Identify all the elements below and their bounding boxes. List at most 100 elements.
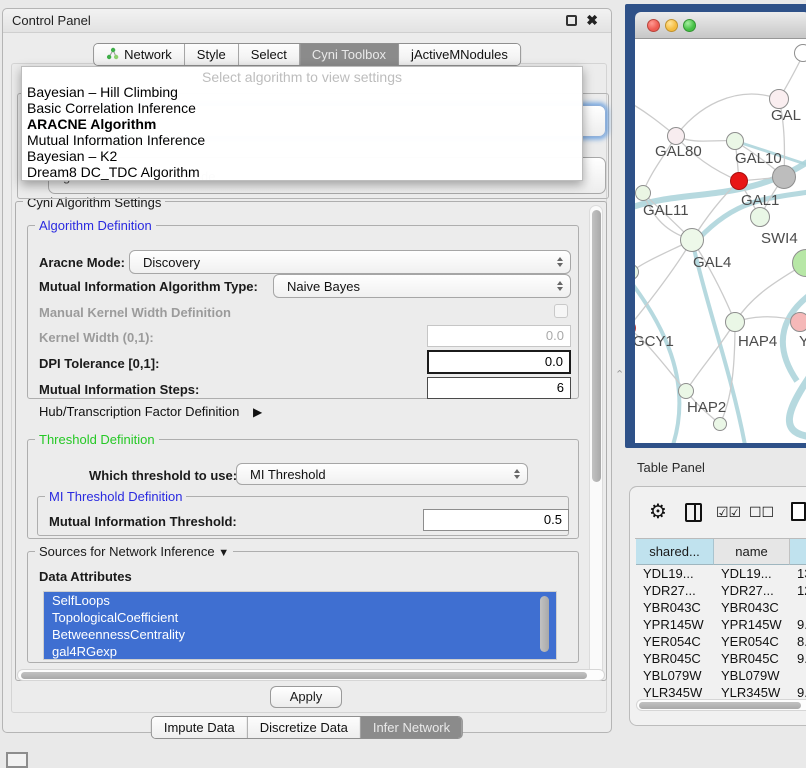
node-label: HAP4 xyxy=(738,333,777,350)
zoom-traffic-light-icon[interactable] xyxy=(683,19,696,32)
apply-button[interactable]: Apply xyxy=(270,686,342,708)
table-panel: ⚙ ☑☑ ☐☐ shared... name A YDL19... YDL19.… xyxy=(629,486,806,726)
table-cell[interactable]: YDL19... xyxy=(714,565,790,582)
data-attributes-label: Data Attributes xyxy=(39,569,132,584)
table-cell[interactable]: 8. xyxy=(790,633,806,650)
menu-item-aracne[interactable]: ARACNE Algorithm xyxy=(25,116,575,132)
mi-algorithm-type-combo[interactable]: Naive Bayes xyxy=(273,274,571,298)
table-cell[interactable]: YBR045C xyxy=(714,650,790,667)
tab-network[interactable]: Network xyxy=(94,44,185,65)
settings-hscrollbar[interactable] xyxy=(17,669,605,681)
menu-item-mutual-information[interactable]: Mutual Information Inference xyxy=(25,132,575,148)
tab-jactivemnodules[interactable]: jActiveMNodules xyxy=(399,44,520,65)
hub-definition-expander[interactable]: Hub/Transcription Factor Definition ▶ xyxy=(39,404,262,419)
table-cell[interactable]: YDL19... xyxy=(636,565,714,582)
table-cell[interactable]: YBL079W xyxy=(636,667,714,684)
aracne-mode-combo[interactable]: Discovery xyxy=(129,250,571,274)
which-threshold-label: Which threshold to use: xyxy=(89,468,237,483)
algorithm-definition-title: Algorithm Definition xyxy=(35,218,156,233)
node-gray[interactable] xyxy=(772,165,796,189)
mi-steps-field[interactable]: 6 xyxy=(427,377,571,399)
minimize-traffic-light-icon[interactable] xyxy=(665,19,678,32)
table-hscrollbar[interactable] xyxy=(636,699,806,711)
node-gal1[interactable] xyxy=(730,172,748,190)
menu-item-basic-correlation[interactable]: Basic Correlation Inference xyxy=(25,100,575,116)
node-label: GCY1 xyxy=(635,333,674,350)
node-hap2[interactable] xyxy=(678,383,694,399)
table-cell[interactable]: YBR045C xyxy=(636,650,714,667)
table-cell[interactable]: YDR27... xyxy=(636,582,714,599)
node-gal10[interactable] xyxy=(726,132,744,150)
gear-icon[interactable]: ⚙ xyxy=(649,499,667,524)
table-cell[interactable]: YPR145W xyxy=(714,616,790,633)
table-cell[interactable]: YPR145W xyxy=(636,616,714,633)
manual-kernel-checkbox[interactable] xyxy=(554,304,568,318)
file-icon[interactable] xyxy=(791,502,806,521)
table-cell[interactable]: 12 xyxy=(790,582,806,599)
attributes-scrollbar-thumb[interactable] xyxy=(540,596,549,652)
checked-boxes-icon[interactable]: ☑☑ xyxy=(716,504,741,521)
list-item-gal4rgexp[interactable]: gal4RGexp xyxy=(44,643,556,660)
menu-item-bayesian-hill-climbing[interactable]: Bayesian – Hill Climbing xyxy=(25,84,575,100)
mi-threshold-field[interactable]: 0.5 xyxy=(423,509,569,531)
menu-item-bayesian-k2[interactable]: Bayesian – K2 xyxy=(25,148,575,164)
menu-item-dream8[interactable]: Dream8 DC_TDC Algorithm xyxy=(25,164,575,180)
attributes-scrollbar[interactable] xyxy=(539,594,551,656)
node-hap4[interactable] xyxy=(725,312,745,332)
settings-scrollbar[interactable] xyxy=(589,205,603,677)
node-label: Y xyxy=(799,333,806,350)
control-panel-tabbar: Network Style Select Cyni Toolbox jActiv… xyxy=(93,43,521,66)
table-cell[interactable]: YBR043C xyxy=(636,599,714,616)
tab-select[interactable]: Select xyxy=(239,44,300,65)
tab-discretize-data[interactable]: Discretize Data xyxy=(248,717,361,738)
float-window-icon[interactable] xyxy=(566,15,577,26)
table-cell[interactable] xyxy=(790,599,806,616)
network-canvas[interactable]: GAL GAL80 GAL10 GAL1 GAL11 SWI4 GAL4 GCY… xyxy=(635,39,806,443)
column-header-shared-name[interactable]: shared... xyxy=(636,539,714,565)
node-unlabeled-bottom[interactable] xyxy=(713,417,727,431)
tab-label: Network xyxy=(124,47,172,62)
network-window-titlebar[interactable] xyxy=(635,12,806,39)
columns-icon[interactable] xyxy=(685,503,702,522)
panel-title: Control Panel xyxy=(12,13,91,28)
settings-hscrollbar-thumb[interactable] xyxy=(21,672,587,679)
table-cell[interactable]: 13 xyxy=(790,565,806,582)
network-icon xyxy=(106,47,119,63)
pane-divider-grip[interactable]: ⌃ xyxy=(615,368,624,381)
close-icon[interactable]: ✖ xyxy=(586,12,598,29)
which-threshold-combo[interactable]: MI Threshold xyxy=(236,463,528,485)
table-cell[interactable]: 9. xyxy=(790,650,806,667)
tab-infer-network[interactable]: Infer Network xyxy=(361,717,462,738)
corner-widget-icon[interactable] xyxy=(6,752,28,768)
tab-impute-data[interactable]: Impute Data xyxy=(152,717,248,738)
list-item-betweennesscentrality[interactable]: BetweennessCentrality xyxy=(44,626,556,643)
table-hscrollbar-thumb[interactable] xyxy=(639,702,801,709)
settings-scrollbar-thumb[interactable] xyxy=(592,210,601,482)
dpi-tolerance-field[interactable]: 0.0 xyxy=(427,350,571,374)
node-gal11[interactable] xyxy=(635,185,651,201)
node-table: shared... name A YDL19... YDL19... 13 YD… xyxy=(635,538,806,539)
column-header-name[interactable]: name xyxy=(714,539,790,565)
kernel-width-field[interactable]: 0.0 xyxy=(427,325,571,347)
column-header-third[interactable]: A xyxy=(790,539,806,565)
table-cell[interactable]: YDR27... xyxy=(714,582,790,599)
table-cell[interactable]: YBR043C xyxy=(714,599,790,616)
list-item-topologicalcoefficient[interactable]: TopologicalCoefficient xyxy=(44,609,556,626)
table-cell[interactable] xyxy=(790,667,806,684)
unchecked-boxes-icon[interactable]: ☐☐ xyxy=(749,504,774,521)
sources-title[interactable]: Sources for Network Inference ▼ xyxy=(35,544,233,559)
tab-style[interactable]: Style xyxy=(185,44,239,65)
aracne-mode-label: Aracne Mode: xyxy=(39,255,125,270)
node-unlabeled-top[interactable] xyxy=(794,44,806,62)
list-item-selfloops[interactable]: SelfLoops xyxy=(44,592,556,609)
node-pink-right[interactable] xyxy=(790,312,806,332)
close-traffic-light-icon[interactable] xyxy=(647,19,660,32)
table-cell[interactable]: 9. xyxy=(790,616,806,633)
table-cell[interactable]: YBL079W xyxy=(714,667,790,684)
node-swi4[interactable] xyxy=(750,207,770,227)
node-gal-pink[interactable] xyxy=(769,89,789,109)
tab-cyni-toolbox[interactable]: Cyni Toolbox xyxy=(300,44,399,65)
node-gal4[interactable] xyxy=(680,228,704,252)
table-cell[interactable]: YER054C xyxy=(636,633,714,650)
table-cell[interactable]: YER054C xyxy=(714,633,790,650)
